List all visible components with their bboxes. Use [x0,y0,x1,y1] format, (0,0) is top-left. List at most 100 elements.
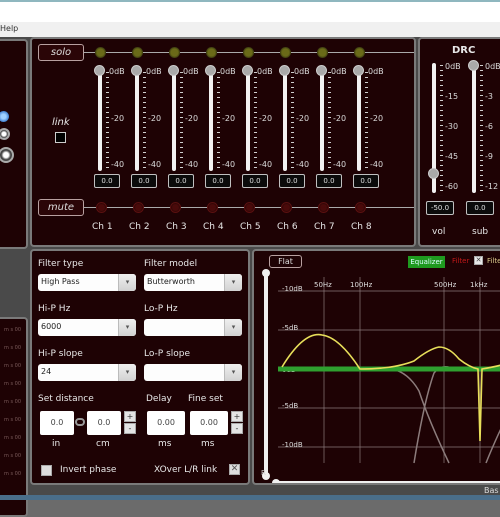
taskbar-strip [0,495,500,500]
solo-led[interactable] [354,47,365,58]
scale-40: -40 [370,160,384,169]
fader-knob[interactable] [316,65,327,76]
fader-knob[interactable] [168,65,179,76]
fader-ticks [328,72,331,170]
link-chain-icon[interactable] [75,418,85,426]
channel-gain-value[interactable]: 0.0 [316,174,342,188]
fader-track[interactable] [283,69,287,171]
channel-label: Ch 1 [92,222,113,232]
solo-led[interactable] [317,47,328,58]
scale-0db: 0dB [368,67,384,76]
solo-led[interactable] [132,47,143,58]
left-list-item[interactable]: m s 00 [4,399,21,405]
lop-hz-select[interactable]: ▾ [144,319,242,336]
channel-gain-value[interactable]: 0.0 [94,174,120,188]
filter-curve-lp [378,367,450,464]
sub-fader-track[interactable] [472,63,476,193]
left-list-item[interactable]: m s 00 [4,471,21,477]
mute-led[interactable] [318,202,329,213]
xover-link-checkbox[interactable]: ✕ [229,464,240,475]
vol-fader-knob[interactable] [428,168,439,180]
solo-led[interactable] [95,47,106,58]
fader-ticks [291,72,294,170]
chevron-down-icon: ▾ [118,364,136,381]
hip-slope-select[interactable]: 24 ▾ [38,364,136,381]
left-list-item[interactable]: m s 00 [4,363,21,369]
fine-set-input[interactable]: 0.00 [190,411,228,435]
mute-button[interactable]: mute [38,199,84,216]
solo-led[interactable] [280,47,291,58]
fader-track[interactable] [320,69,324,171]
unit-in-label: in [52,439,61,449]
channel-gain-value[interactable]: 0.0 [353,174,379,188]
source-radio-1[interactable] [0,111,9,122]
channel-gain-value[interactable]: 0.0 [131,174,157,188]
fader-knob[interactable] [242,65,253,76]
mute-led[interactable] [207,202,218,213]
fader-track[interactable] [135,69,139,171]
eq-graph[interactable]: 50Hz100Hz500Hz1kHz-10dB-5dB0dB-5dB-10dB [254,251,500,483]
lop-slope-select[interactable]: ▾ [144,364,242,381]
fader-track[interactable] [357,69,361,171]
mute-led[interactable] [96,202,107,213]
menu-bar: Help [0,22,500,37]
scale-40: -40 [259,160,273,169]
fine-minus-button[interactable]: - [231,423,243,434]
hip-hz-select[interactable]: 6000 ▾ [38,319,136,336]
fader-knob[interactable] [353,65,364,76]
fader-knob[interactable] [205,65,216,76]
source-radio-2[interactable] [0,128,10,140]
solo-led[interactable] [243,47,254,58]
chevron-down-icon: ▾ [118,319,136,336]
fader-knob[interactable] [131,65,142,76]
sub-fader-knob[interactable] [468,60,479,71]
filter-type-select[interactable]: High Pass ▾ [38,274,136,291]
distance-minus-button[interactable]: - [124,423,136,434]
distance-cm-input[interactable]: 0.0 [87,411,121,435]
fader-track[interactable] [209,69,213,171]
channel-gain-value[interactable]: 0.0 [168,174,194,188]
filter-model-label: Filter model [144,259,198,269]
fader-track[interactable] [98,69,102,171]
left-list-item[interactable]: m s 00 [4,435,21,441]
mute-led[interactable] [281,202,292,213]
link-checkbox[interactable] [55,132,66,143]
source-radio-3[interactable] [0,147,14,163]
vol-scale-label: -15 [445,92,459,101]
mute-led[interactable] [355,202,366,213]
eq-response-curve [281,333,500,442]
fine-plus-button[interactable]: + [231,411,243,422]
solo-button[interactable]: solo [38,44,84,61]
menu-help[interactable]: Help [0,24,18,33]
scale-0db: 0dB [183,67,199,76]
left-list-item[interactable]: m s 00 [4,345,21,351]
left-list-item[interactable]: m s 00 [4,453,21,459]
left-list-item[interactable]: m s 00 [4,417,21,423]
fader-track[interactable] [172,69,176,171]
distance-in-input[interactable]: 0.0 [40,411,74,435]
sub-scale-label: 0dB [485,62,500,71]
fader-knob[interactable] [94,65,105,76]
mute-led[interactable] [244,202,255,213]
filter-curve-hp [413,366,455,464]
vol-value[interactable]: -50.0 [426,201,454,215]
solo-led[interactable] [206,47,217,58]
mute-led[interactable] [170,202,181,213]
distance-plus-button[interactable]: + [124,411,136,422]
left-list-item[interactable]: m s 00 [4,327,21,333]
fader-knob[interactable] [279,65,290,76]
filter-model-select[interactable]: Butterworth ▾ [144,274,242,291]
invert-phase-checkbox[interactable] [41,465,52,476]
solo-led[interactable] [169,47,180,58]
left-list-item[interactable]: m s 00 [4,381,21,387]
channel-gain-value[interactable]: 0.0 [279,174,305,188]
channel-label: Ch 8 [351,222,372,232]
db-label: -10dB [282,285,303,293]
mute-led[interactable] [133,202,144,213]
sub-value[interactable]: 0.0 [466,201,494,215]
delay-input[interactable]: 0.00 [147,411,185,435]
channel-gain-value[interactable]: 0.0 [242,174,268,188]
vertical-slider-knob-top [262,269,270,277]
fader-track[interactable] [246,69,250,171]
channel-gain-value[interactable]: 0.0 [205,174,231,188]
